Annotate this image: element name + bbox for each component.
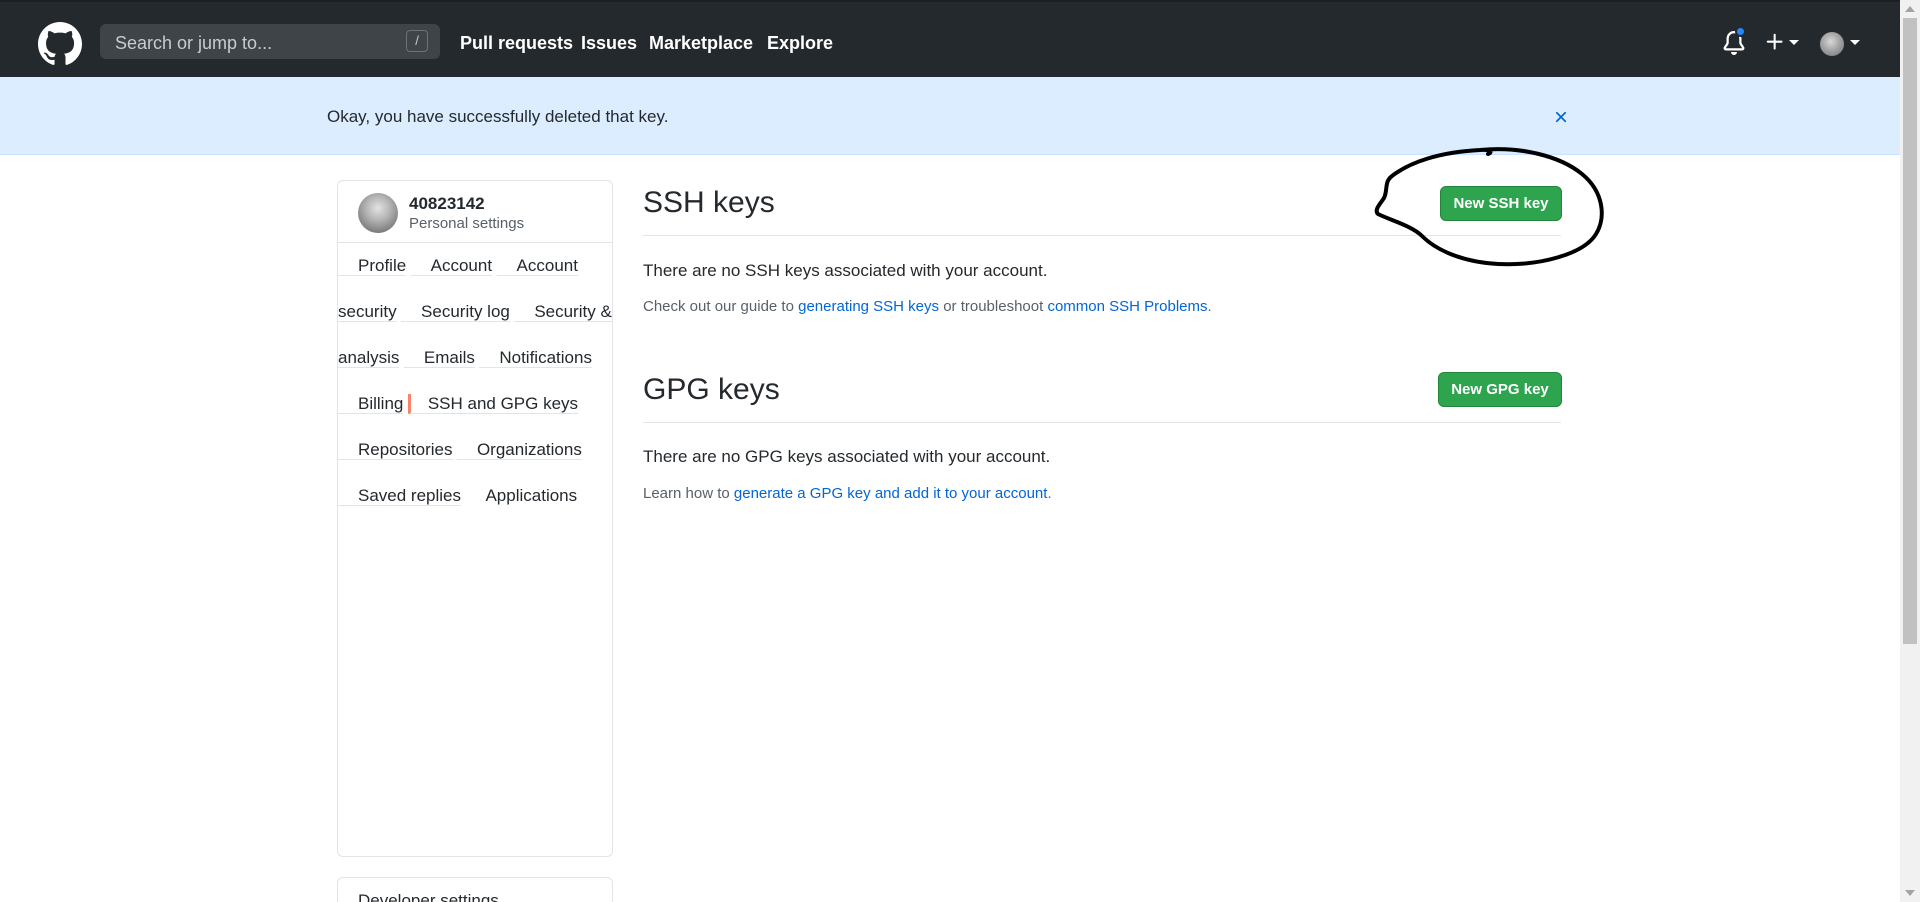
generating-ssh-keys-link[interactable]: generating SSH keys bbox=[798, 298, 939, 315]
notification-indicator bbox=[1735, 26, 1746, 37]
annotation-circle bbox=[1374, 147, 1604, 267]
caret-down-icon[interactable] bbox=[1850, 40, 1860, 45]
ssh-keys-title: SSH keys bbox=[643, 186, 775, 219]
header: Search or jump to... / Pull requests Iss… bbox=[0, 0, 1900, 77]
search-input[interactable]: Search or jump to... / bbox=[100, 24, 440, 59]
sidebar-item-organizations[interactable]: Organizations bbox=[456, 440, 582, 460]
gpg-help-prefix: Learn how to bbox=[643, 485, 734, 502]
common-ssh-problems-link[interactable]: common SSH Problems bbox=[1047, 298, 1207, 315]
avatar[interactable] bbox=[1820, 32, 1844, 56]
sidebar-item-security-log[interactable]: Security log bbox=[401, 302, 510, 322]
flash-message: Okay, you have successfully deleted that… bbox=[327, 107, 669, 126]
plus-icon[interactable] bbox=[1764, 31, 1786, 53]
gpg-help-suffix: . bbox=[1047, 485, 1052, 502]
sidebar-item-saved-replies[interactable]: Saved replies bbox=[338, 486, 462, 506]
caret-down-icon[interactable] bbox=[1789, 40, 1799, 45]
generate-gpg-key-link[interactable]: generate a GPG key and add it to your ac… bbox=[734, 485, 1048, 502]
sidebar-item-billing[interactable]: Billing bbox=[338, 394, 404, 414]
ssh-help-suffix: . bbox=[1207, 298, 1212, 315]
sidebar-item-repositories[interactable]: Repositories bbox=[338, 440, 453, 460]
sidebar-item-profile[interactable]: Profile bbox=[338, 256, 407, 276]
nav-marketplace[interactable]: Marketplace bbox=[649, 33, 753, 54]
ssh-help-text: Check out our guide to generating SSH ke… bbox=[643, 298, 1212, 315]
flash-banner: Okay, you have successfully deleted that… bbox=[0, 77, 1900, 155]
sidebar-username: 40823142 bbox=[409, 194, 485, 213]
sidebar-item-notifications[interactable]: Notifications bbox=[479, 348, 592, 368]
scroll-up-icon[interactable] bbox=[1905, 6, 1915, 12]
sidebar-subtitle: Personal settings bbox=[409, 215, 525, 232]
sidebar-item-emails[interactable]: Emails bbox=[403, 348, 475, 368]
search-shortcut-badge: / bbox=[406, 30, 428, 52]
ssh-help-middle: or troubleshoot bbox=[939, 298, 1048, 315]
search-placeholder: Search or jump to... bbox=[115, 33, 273, 53]
nav-explore[interactable]: Explore bbox=[767, 33, 833, 54]
gpg-empty-message: There are no GPG keys associated with yo… bbox=[643, 447, 1051, 466]
new-gpg-key-button[interactable]: New GPG key bbox=[1438, 372, 1562, 407]
avatar bbox=[358, 193, 398, 233]
settings-sidebar: 40823142 Personal settings Profile Accou… bbox=[337, 180, 613, 857]
sidebar-item-ssh-gpg-keys[interactable]: SSH and GPG keys bbox=[407, 394, 579, 414]
sidebar-item-developer-settings[interactable]: Developer settings bbox=[338, 889, 499, 902]
gpg-help-text: Learn how to generate a GPG key and add … bbox=[643, 485, 1052, 502]
nav-issues[interactable]: Issues bbox=[581, 33, 637, 54]
sidebar-profile-header[interactable]: 40823142 Personal settings bbox=[338, 181, 612, 243]
github-logo-icon[interactable] bbox=[38, 22, 82, 66]
scroll-down-icon[interactable] bbox=[1905, 890, 1915, 896]
sidebar-item-account[interactable]: Account bbox=[410, 256, 493, 276]
scrollbar-thumb[interactable] bbox=[1903, 18, 1917, 644]
sidebar-item-applications[interactable]: Applications bbox=[465, 486, 577, 505]
ssh-help-prefix: Check out our guide to bbox=[643, 298, 799, 315]
gpg-divider bbox=[643, 422, 1561, 423]
ssh-empty-message: There are no SSH keys associated with yo… bbox=[643, 261, 1048, 280]
gpg-keys-title: GPG keys bbox=[643, 373, 780, 406]
nav-pull-requests[interactable]: Pull requests bbox=[460, 33, 573, 54]
developer-settings-box: Developer settings bbox=[337, 877, 613, 902]
close-icon[interactable] bbox=[1552, 108, 1570, 126]
